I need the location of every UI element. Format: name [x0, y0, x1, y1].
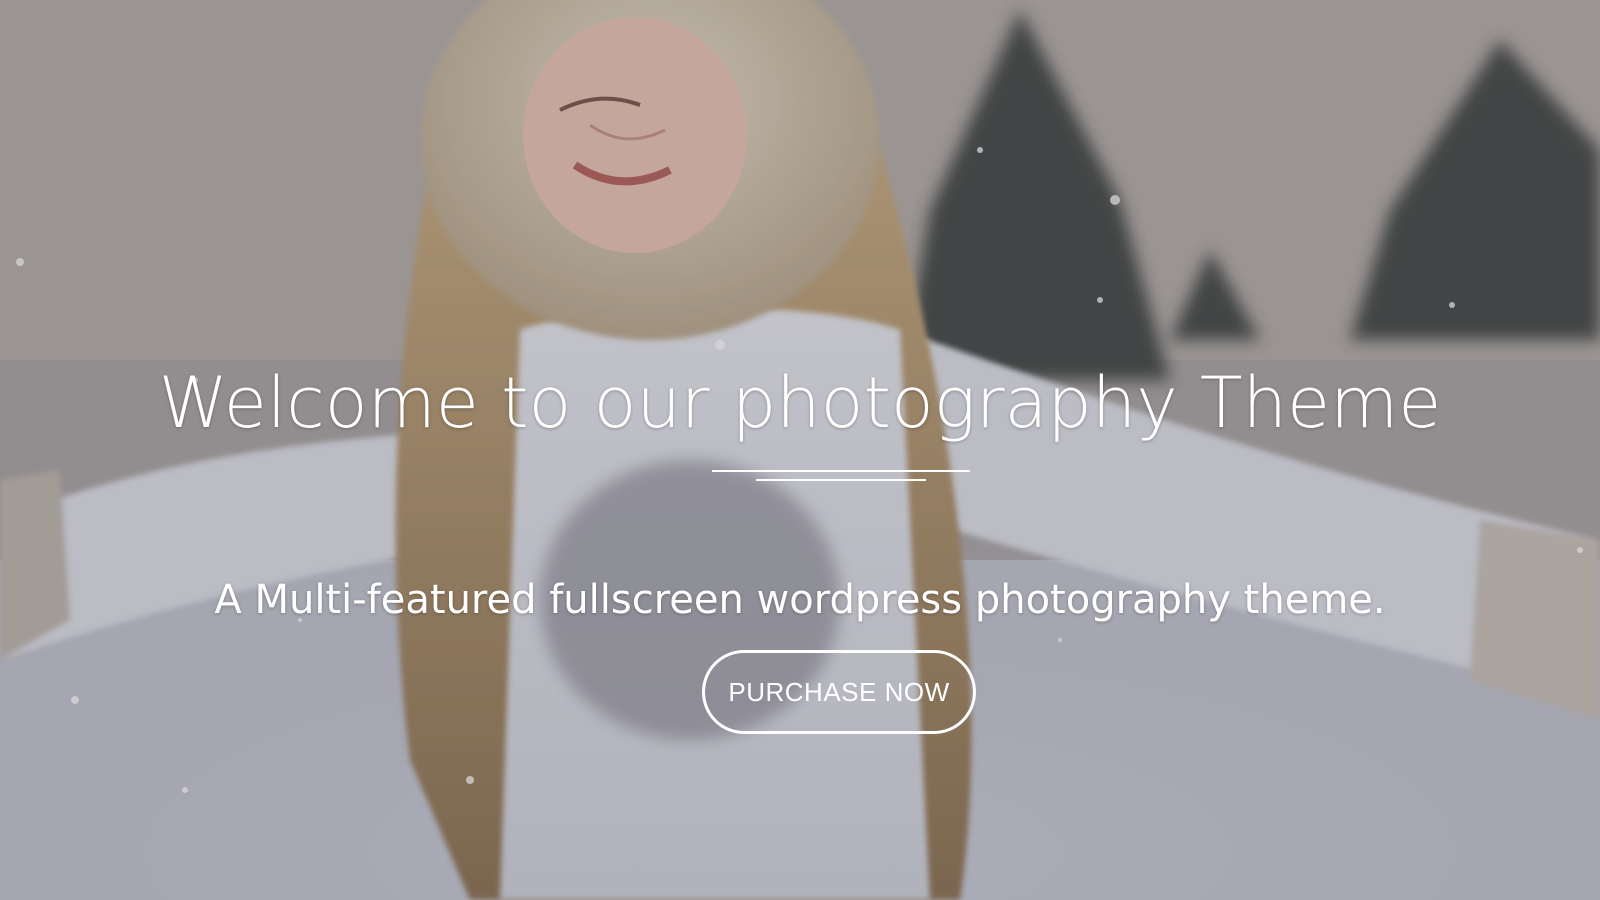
divider-line-top	[712, 470, 970, 472]
hero-title: Welcome to our photography Theme	[158, 361, 1442, 444]
hero-content: Welcome to our photography Theme A Multi…	[0, 0, 1600, 900]
title-divider	[712, 470, 970, 482]
divider-line-bottom	[756, 479, 926, 481]
hero-subtitle: A Multi-featured fullscreen wordpress ph…	[214, 577, 1386, 623]
purchase-now-label: PURCHASE NOW	[728, 676, 950, 707]
purchase-now-button[interactable]: PURCHASE NOW	[702, 650, 976, 734]
hero-section: Welcome to our photography Theme A Multi…	[0, 0, 1600, 900]
